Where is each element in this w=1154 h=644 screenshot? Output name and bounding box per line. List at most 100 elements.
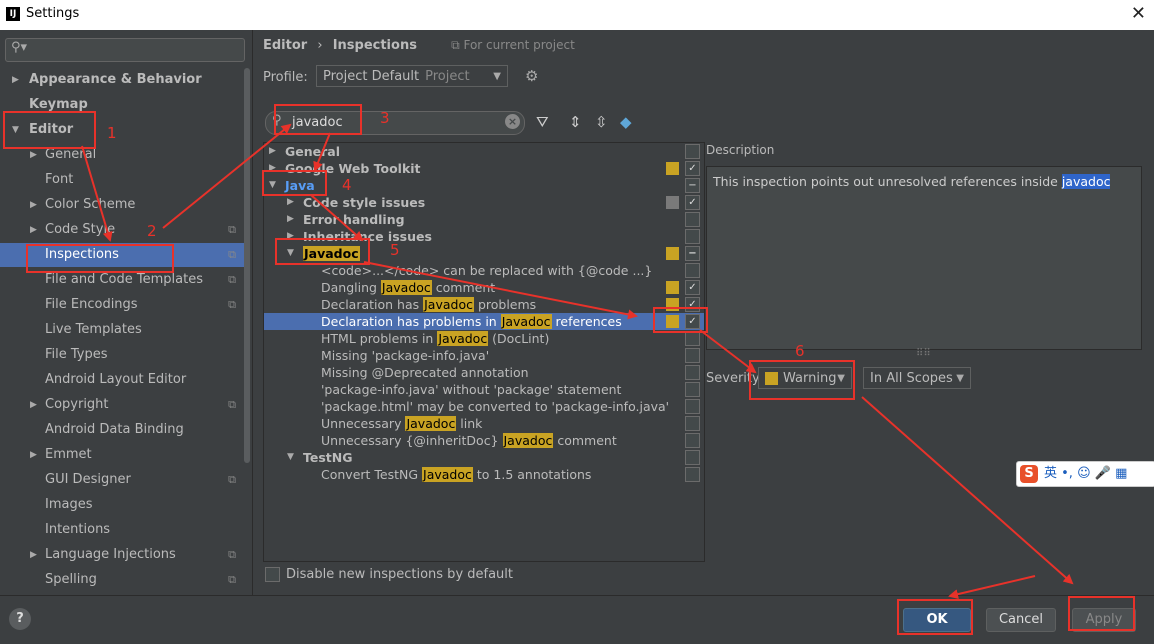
checkbox[interactable]: ✓ <box>685 161 700 176</box>
tree-row-unnecessary-javadoc-link[interactable]: Unnecessary Javadoc link <box>264 415 704 432</box>
expand-arrow-icon[interactable]: ▶ <box>269 143 276 160</box>
expand-all-icon[interactable]: ⇕ <box>569 113 582 131</box>
chevron-down-icon: ▼ <box>493 71 501 82</box>
expand-arrow-icon[interactable]: ▶ <box>30 218 37 242</box>
tree-row-java[interactable]: ▼ Java − <box>264 177 704 194</box>
collapse-arrow-icon[interactable]: ▼ <box>12 118 19 142</box>
sidebar-item-android-layout-editor[interactable]: Android Layout Editor <box>0 368 244 392</box>
checkbox[interactable] <box>685 212 700 227</box>
sidebar-item-keymap[interactable]: Keymap <box>0 93 244 117</box>
sidebar-item-android-data-binding[interactable]: Android Data Binding <box>0 418 244 442</box>
expand-arrow-icon[interactable]: ▶ <box>287 228 294 245</box>
checkbox[interactable] <box>685 382 700 397</box>
sidebar-item-file-encodings[interactable]: File Encodings ⧉ <box>0 293 244 317</box>
ok-button[interactable]: OK <box>903 608 971 632</box>
inspection-filter-input[interactable]: ⚲ javadoc × <box>265 111 525 135</box>
gear-icon[interactable]: ⚙ <box>525 67 538 85</box>
checkbox[interactable] <box>685 433 700 448</box>
sidebar-item-font[interactable]: Font <box>0 168 244 192</box>
sidebar-item-general[interactable]: ▶ General <box>0 143 244 167</box>
checkbox[interactable] <box>685 416 700 431</box>
sidebar-item-file-types[interactable]: File Types <box>0 343 244 367</box>
clear-search-icon[interactable]: × <box>505 114 520 129</box>
sidebar-scrollbar[interactable] <box>244 68 250 463</box>
severity-dropdown[interactable]: Warning ▼ <box>758 367 852 389</box>
tree-row-error-handling[interactable]: ▶ Error handling <box>264 211 704 228</box>
expand-arrow-icon[interactable]: ▶ <box>287 194 294 211</box>
checkbox-partial[interactable]: − <box>685 246 700 261</box>
tree-row-convert-testng[interactable]: Convert TestNG Javadoc to 1.5 annotation… <box>264 466 704 483</box>
collapse-arrow-icon[interactable]: ▼ <box>287 449 294 466</box>
checkbox[interactable] <box>685 467 700 482</box>
search-icon: ⚲▾ <box>11 40 28 55</box>
help-button[interactable]: ? <box>9 608 31 630</box>
tree-row-package-info-without-package[interactable]: 'package-info.java' without 'package' st… <box>264 381 704 398</box>
checkbox[interactable] <box>685 348 700 363</box>
checkbox[interactable] <box>685 263 700 278</box>
tree-row-html-problems[interactable]: HTML problems in Javadoc (DocLint) <box>264 330 704 347</box>
sidebar-item-gui-designer[interactable]: GUI Designer ⧉ <box>0 468 244 492</box>
expand-arrow-icon[interactable]: ▶ <box>287 211 294 228</box>
sidebar-item-copyright[interactable]: ▶ Copyright ⧉ <box>0 393 244 417</box>
checkbox[interactable]: ✓ <box>685 297 700 312</box>
sidebar-item-editor[interactable]: ▼ Editor <box>0 118 244 142</box>
tree-row-package-html[interactable]: 'package.html' may be converted to 'pack… <box>264 398 704 415</box>
tree-row-missing-package-info[interactable]: Missing 'package-info.java' <box>264 347 704 364</box>
ime-toolbar[interactable]: S 英 •, ☺ 🎤 ▦ <box>1016 461 1154 487</box>
sidebar-item-appearance[interactable]: ▶ Appearance & Behavior <box>0 68 244 92</box>
expand-arrow-icon[interactable]: ▶ <box>269 160 276 177</box>
filter-icon[interactable]: ⛛ <box>536 113 549 131</box>
tree-row-declaration-javadoc-problems[interactable]: Declaration has Javadoc problems ✓ <box>264 296 704 313</box>
sidebar-item-code-style[interactable]: ▶ Code Style ⧉ <box>0 218 244 242</box>
sidebar-item-live-templates[interactable]: Live Templates <box>0 318 244 342</box>
apply-button[interactable]: Apply <box>1072 608 1136 632</box>
profile-dropdown[interactable]: Project Default Project ▼ <box>316 65 508 87</box>
tree-row-declaration-javadoc-references[interactable]: Declaration has problems in Javadoc refe… <box>264 313 704 330</box>
checkbox-partial[interactable]: − <box>685 178 700 193</box>
sidebar-item-spelling[interactable]: Spelling ⧉ <box>0 568 244 592</box>
reset-eraser-icon[interactable]: ◆ <box>620 113 632 131</box>
sidebar-item-emmet[interactable]: ▶ Emmet <box>0 443 244 467</box>
splitter-grip-icon[interactable]: ⠿⠿ <box>916 348 931 359</box>
collapse-arrow-icon[interactable]: ▼ <box>269 177 276 194</box>
checkbox[interactable] <box>685 365 700 380</box>
checkbox[interactable] <box>685 331 700 346</box>
expand-arrow-icon[interactable]: ▶ <box>30 393 37 417</box>
tree-row-code-tag[interactable]: <code>...</code> can be replaced with {@… <box>264 262 704 279</box>
close-icon[interactable]: ✕ <box>1131 3 1146 24</box>
checkbox[interactable]: ✓ <box>685 280 700 295</box>
expand-arrow-icon[interactable]: ▶ <box>30 543 37 567</box>
expand-arrow-icon[interactable]: ▶ <box>30 193 37 217</box>
sidebar-item-file-code-templates[interactable]: File and Code Templates ⧉ <box>0 268 244 292</box>
checkbox[interactable] <box>685 229 700 244</box>
sidebar-item-inspections[interactable]: Inspections ⧉ <box>0 243 244 267</box>
sidebar-item-images[interactable]: Images <box>0 493 244 517</box>
expand-arrow-icon[interactable]: ▶ <box>30 143 37 167</box>
expand-arrow-icon[interactable]: ▶ <box>12 68 19 92</box>
checkbox[interactable] <box>265 567 280 582</box>
tree-row-general[interactable]: ▶ General <box>264 143 704 160</box>
tree-row-unnecessary-inheritdoc[interactable]: Unnecessary {@inheritDoc} Javadoc commen… <box>264 432 704 449</box>
cancel-button[interactable]: Cancel <box>986 608 1056 632</box>
tree-row-javadoc[interactable]: ▼ Javadoc − <box>264 245 704 262</box>
expand-arrow-icon[interactable]: ▶ <box>30 443 37 467</box>
checkbox[interactable] <box>685 450 700 465</box>
tree-row-dangling-javadoc[interactable]: Dangling Javadoc comment ✓ <box>264 279 704 296</box>
scope-dropdown[interactable]: In All Scopes ▼ <box>863 367 971 389</box>
tree-row-testng[interactable]: ▼ TestNG <box>264 449 704 466</box>
collapse-arrow-icon[interactable]: ▼ <box>287 245 294 262</box>
collapse-all-icon[interactable]: ⇳ <box>595 113 608 131</box>
tree-row-code-style[interactable]: ▶ Code style issues ✓ <box>264 194 704 211</box>
checkbox[interactable]: ✓ <box>685 314 700 329</box>
sidebar-item-intentions[interactable]: Intentions <box>0 518 244 542</box>
disable-new-inspections-option[interactable]: Disable new inspections by default <box>265 567 513 582</box>
sidebar-item-color-scheme[interactable]: ▶ Color Scheme <box>0 193 244 217</box>
checkbox[interactable]: ✓ <box>685 195 700 210</box>
settings-search-input[interactable]: ⚲▾ <box>5 38 245 62</box>
tree-row-missing-deprecated[interactable]: Missing @Deprecated annotation <box>264 364 704 381</box>
checkbox[interactable] <box>685 399 700 414</box>
checkbox[interactable] <box>685 144 700 159</box>
tree-row-gwt[interactable]: ▶ Google Web Toolkit ✓ <box>264 160 704 177</box>
tree-row-inheritance[interactable]: ▶ Inheritance issues <box>264 228 704 245</box>
sidebar-item-language-injections[interactable]: ▶ Language Injections ⧉ <box>0 543 244 567</box>
